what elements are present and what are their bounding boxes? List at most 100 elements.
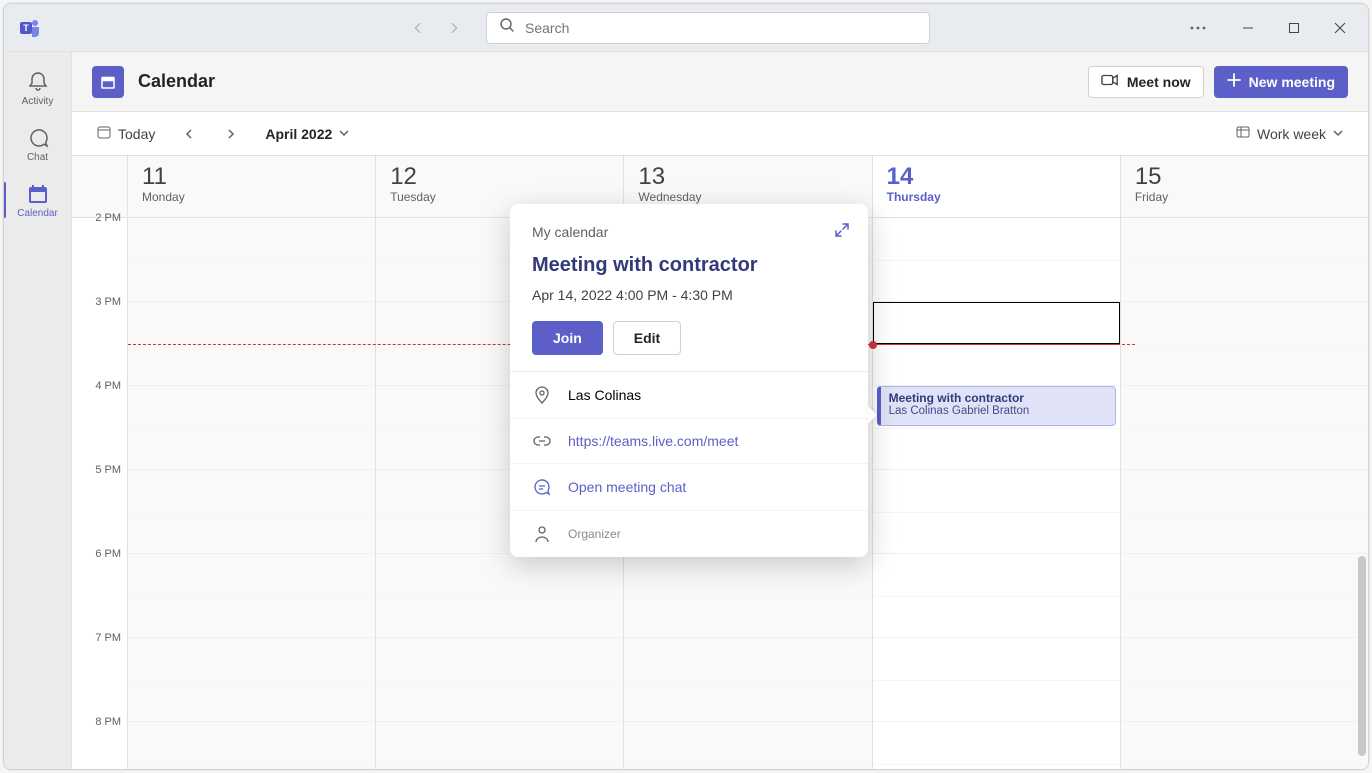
title-bar: T bbox=[4, 4, 1368, 52]
new-meeting-button[interactable]: New meeting bbox=[1214, 66, 1348, 98]
time-slot[interactable] bbox=[1121, 470, 1368, 554]
today-icon bbox=[96, 124, 112, 143]
svg-text:T: T bbox=[23, 23, 29, 33]
time-slot[interactable] bbox=[873, 218, 1120, 302]
time-slot[interactable] bbox=[1121, 386, 1368, 470]
search-box[interactable] bbox=[486, 12, 930, 44]
day-name: Wednesday bbox=[638, 190, 857, 204]
time-slot[interactable] bbox=[1121, 638, 1368, 722]
day-name: Monday bbox=[142, 190, 361, 204]
rail-item-label: Activity bbox=[22, 96, 54, 107]
video-icon bbox=[1101, 73, 1119, 90]
time-label: 3 PM bbox=[95, 296, 121, 308]
event-subtitle: Las Colinas Gabriel Bratton bbox=[889, 405, 1107, 417]
day-number: 11 bbox=[142, 164, 361, 190]
button-label: Join bbox=[553, 330, 582, 346]
edit-button[interactable]: Edit bbox=[613, 321, 681, 355]
time-slot[interactable] bbox=[128, 554, 375, 638]
rail-item-label: Calendar bbox=[17, 208, 58, 219]
history-forward-button[interactable] bbox=[438, 12, 470, 44]
month-label: April 2022 bbox=[265, 126, 332, 142]
calendar-app-icon bbox=[92, 66, 124, 98]
time-slot[interactable] bbox=[1121, 722, 1368, 770]
time-slot[interactable] bbox=[128, 638, 375, 722]
more-button[interactable] bbox=[1178, 12, 1218, 44]
day-name: Tuesday bbox=[390, 190, 609, 204]
today-label: Today bbox=[118, 126, 155, 142]
calendar-grid: 2 PM3 PM4 PM5 PM6 PM7 PM8 PM 11Monday12T… bbox=[72, 156, 1368, 769]
teams-logo-icon: T bbox=[16, 14, 44, 42]
button-label: Edit bbox=[634, 330, 660, 346]
time-slot[interactable] bbox=[128, 470, 375, 554]
time-label: 6 PM bbox=[95, 548, 121, 560]
time-slot[interactable] bbox=[1121, 218, 1368, 302]
time-slot[interactable] bbox=[376, 638, 623, 722]
day-column[interactable]: 14Thursday Meeting with contractorLas Col… bbox=[873, 156, 1121, 769]
time-slot[interactable] bbox=[624, 554, 871, 638]
popover-link-row[interactable]: https://teams.live.com/meet bbox=[510, 419, 868, 464]
day-header: 14Thursday bbox=[873, 156, 1120, 218]
popover-pointer bbox=[868, 406, 877, 424]
rail-chat[interactable]: Chat bbox=[4, 116, 72, 172]
time-slot[interactable] bbox=[624, 722, 871, 770]
time-slot[interactable] bbox=[873, 638, 1120, 722]
time-label: 2 PM bbox=[95, 212, 121, 224]
search-icon bbox=[499, 17, 515, 38]
history-back-button[interactable] bbox=[402, 12, 434, 44]
next-period-button[interactable] bbox=[217, 120, 245, 148]
rail-activity[interactable]: Activity bbox=[4, 60, 72, 116]
time-slot[interactable] bbox=[1121, 302, 1368, 386]
popover-link: https://teams.live.com/meet bbox=[568, 433, 738, 449]
expand-button[interactable] bbox=[834, 222, 850, 243]
person-icon bbox=[532, 525, 552, 543]
join-button[interactable]: Join bbox=[532, 321, 603, 355]
scrollbar[interactable] bbox=[1358, 356, 1366, 759]
day-column[interactable]: 11Monday bbox=[128, 156, 376, 769]
prev-period-button[interactable] bbox=[175, 120, 203, 148]
event-popover: My calendar Meeting with contractor Apr … bbox=[510, 204, 868, 557]
day-header: 11Monday bbox=[128, 156, 375, 218]
time-slot[interactable] bbox=[376, 722, 623, 770]
view-label: Work week bbox=[1257, 126, 1326, 142]
day-column[interactable]: 15Friday bbox=[1121, 156, 1368, 769]
scrollbar-thumb[interactable] bbox=[1358, 556, 1366, 756]
popover-calendar-name: My calendar bbox=[532, 224, 846, 240]
time-label: 4 PM bbox=[95, 380, 121, 392]
day-name: Thursday bbox=[887, 190, 1106, 204]
time-slot[interactable] bbox=[128, 218, 375, 302]
time-slot[interactable] bbox=[1121, 554, 1368, 638]
popover-location: Las Colinas bbox=[568, 387, 641, 403]
close-button[interactable] bbox=[1318, 12, 1362, 44]
current-time-line bbox=[873, 344, 1120, 345]
search-input[interactable] bbox=[525, 20, 917, 36]
chevron-down-icon bbox=[1332, 126, 1344, 142]
minimize-button[interactable] bbox=[1226, 12, 1270, 44]
today-button[interactable]: Today bbox=[90, 120, 161, 147]
calendar-toolbar: Today April 2022 Work week bbox=[72, 112, 1368, 156]
time-slot[interactable] bbox=[873, 470, 1120, 554]
popover-time: Apr 14, 2022 4:00 PM - 4:30 PM bbox=[532, 287, 846, 303]
time-label: 8 PM bbox=[95, 716, 121, 728]
location-icon bbox=[532, 386, 552, 404]
time-slot[interactable] bbox=[873, 722, 1120, 770]
view-icon bbox=[1235, 124, 1251, 143]
event-title: Meeting with contractor bbox=[889, 391, 1107, 405]
day-number: 12 bbox=[390, 164, 609, 190]
time-slot[interactable] bbox=[624, 638, 871, 722]
maximize-button[interactable] bbox=[1272, 12, 1316, 44]
time-slot[interactable] bbox=[873, 554, 1120, 638]
view-picker[interactable]: Work week bbox=[1229, 120, 1350, 147]
time-slot[interactable] bbox=[128, 386, 375, 470]
popover-open-chat: Open meeting chat bbox=[568, 479, 686, 495]
meet-now-button[interactable]: Meet now bbox=[1088, 66, 1204, 98]
chevron-down-icon bbox=[338, 126, 350, 142]
month-picker[interactable]: April 2022 bbox=[259, 122, 356, 146]
calendar-event[interactable]: Meeting with contractorLas Colinas Gabri… bbox=[877, 386, 1116, 426]
day-number: 15 bbox=[1135, 164, 1354, 190]
time-slot[interactable] bbox=[128, 722, 375, 770]
time-slot[interactable] bbox=[376, 554, 623, 638]
main-area: Calendar Meet now New meeting Today bbox=[72, 52, 1368, 769]
app-window: T Activity Chat bbox=[3, 3, 1369, 770]
popover-chat-row[interactable]: Open meeting chat bbox=[510, 464, 868, 511]
rail-calendar[interactable]: Calendar bbox=[4, 172, 72, 228]
